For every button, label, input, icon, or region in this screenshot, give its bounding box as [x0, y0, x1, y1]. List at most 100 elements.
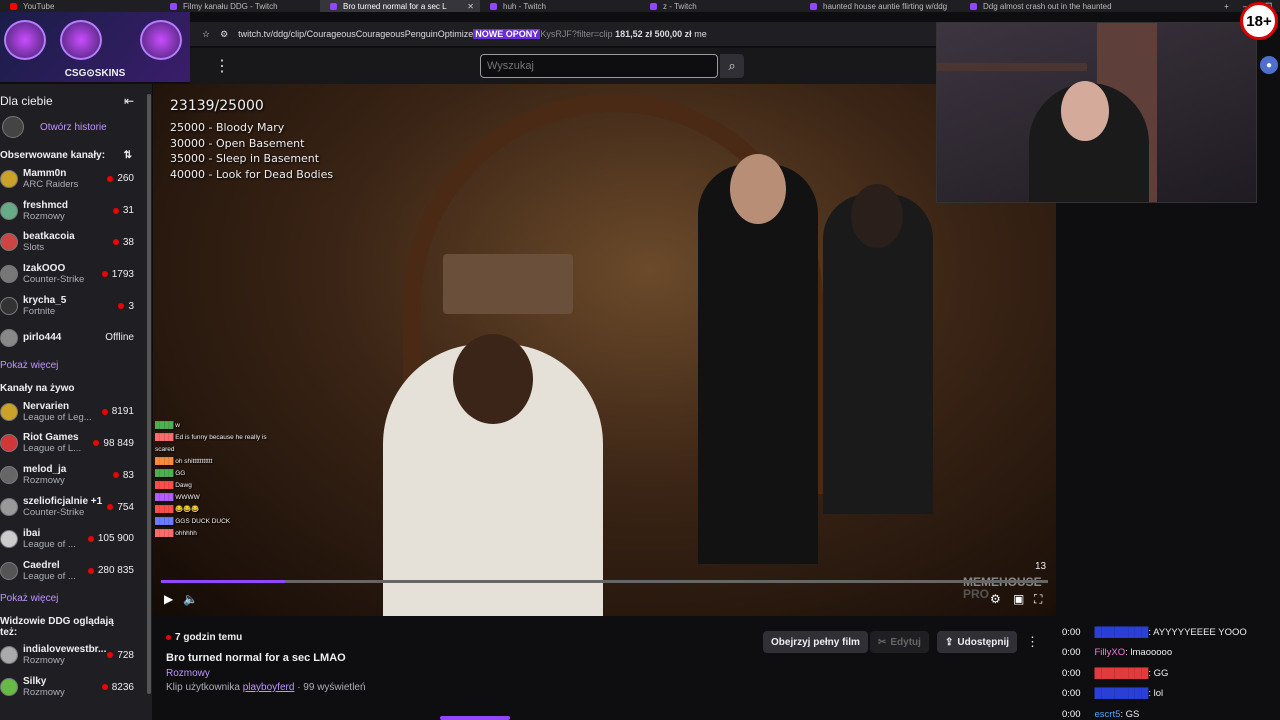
share-button[interactable]: ⇪ Udostępnij	[937, 631, 1018, 653]
chat-message: 0:00 FillyXO: lmaooooo	[1062, 647, 1173, 658]
live-dot-icon	[87, 535, 94, 542]
sidebar-channel[interactable]: melod_ja Rozmowy 83	[0, 459, 152, 491]
bed	[443, 254, 573, 314]
viewer-count: 1793	[101, 269, 134, 280]
stream-goals-overlay: 23139/25000 25000 - Bloody Mary 30000 - …	[170, 98, 333, 182]
viewer-count: 105 900	[87, 533, 134, 544]
settings-icon[interactable]: ⚙	[990, 592, 1001, 606]
tab-label: haunted house auntie flirting w/ddg	[823, 1, 948, 11]
avatar	[0, 561, 18, 580]
edit-button[interactable]: ✂ Edytuj	[870, 631, 929, 653]
twitch-top-bar: ⋮ ⌕	[190, 48, 1056, 84]
author-link[interactable]: playboyferd	[243, 682, 295, 693]
avatar	[0, 498, 18, 517]
chat-message: 0:00 ████████: lol	[1062, 688, 1164, 699]
overlay-chat-line: ████ WWWW	[155, 494, 200, 501]
url-text[interactable]: twitch.tv/ddg/clip/CourageousCourageousP…	[238, 29, 707, 39]
browser-tab[interactable]: YouTube	[0, 0, 160, 12]
video-player[interactable]: 23139/25000 25000 - Bloody Mary 30000 - …	[153, 84, 1056, 616]
sidebar-channel[interactable]: indialovewestbr... Rozmowy 728	[0, 640, 152, 672]
browser-tab[interactable]: Ddg almost crash out in the haunted	[960, 0, 1120, 12]
viewer-count: 280 835	[87, 565, 134, 576]
more-menu-icon[interactable]: ⋮	[214, 56, 230, 76]
search-button[interactable]: ⌕	[720, 54, 744, 78]
viewer-count: 3	[118, 301, 134, 312]
goal-item: 40000 - Look for Dead Bodies	[170, 167, 334, 181]
viewer-count: 260	[107, 173, 134, 184]
sidebar-channel[interactable]: Riot Games League of L... 98 849	[0, 428, 152, 460]
avatar	[0, 466, 18, 485]
clip-byline: Klip użytkownika playboyferd · 99 wyświe…	[166, 682, 366, 693]
sidebar-channel[interactable]: Nervarien League of Leg... 8191	[0, 396, 152, 428]
live-channel-list: Nervarien League of Leg... 8191 Riot Games…	[0, 396, 152, 587]
sidebar-scrollbar[interactable]	[147, 94, 151, 694]
sidebar-channel[interactable]: ibai League of ... 105 900	[0, 523, 152, 555]
browser-tab[interactable]: huh - Twitch	[480, 0, 640, 12]
overlay-chat-line: ████ Dawg	[155, 482, 192, 489]
person-seated	[383, 334, 603, 616]
volume-icon[interactable]: 🔈	[183, 592, 198, 606]
browser-tab[interactable]: haunted house auntie flirting w/ddg	[800, 0, 960, 12]
avatar	[0, 233, 18, 252]
avatar	[0, 201, 18, 220]
browser-tab-active[interactable]: Bro turned normal for a sec L ✕	[320, 0, 480, 12]
sidebar-channel[interactable]: Silky Rozmowy 8236	[0, 671, 152, 703]
age-restriction-badge: 18+	[1240, 2, 1278, 40]
sidebar-channel[interactable]: Caedrel League of ... 280 835	[0, 555, 152, 587]
tab-label: Bro turned normal for a sec L	[343, 1, 447, 11]
sidebar-channel[interactable]: freshmcd Rozmowy 31	[0, 195, 152, 227]
browser-tab-strip: YouTube Filmy kanału DDG - Twitch Bro tu…	[0, 0, 1280, 12]
browser-tab[interactable]: Filmy kanału DDG - Twitch	[160, 0, 320, 12]
fullscreen-icon[interactable]: ⛶	[1034, 592, 1042, 607]
new-tab-button[interactable]: +	[1224, 2, 1229, 11]
offline-label: Offline	[105, 332, 134, 344]
viewer-count: 98 849	[93, 438, 134, 449]
extension-icon[interactable]: ●	[1260, 56, 1278, 74]
play-icon[interactable]: ▶	[164, 592, 173, 606]
search-input[interactable]	[480, 54, 718, 78]
more-options-icon[interactable]: ⋮	[1026, 634, 1039, 650]
seek-bar[interactable]	[161, 580, 1048, 583]
viewer-count: 31	[112, 205, 134, 216]
viewer-count: 38	[112, 237, 134, 248]
skin-image-icon	[140, 20, 182, 60]
theatre-mode-icon[interactable]: ▣	[1013, 592, 1024, 606]
open-history-button[interactable]: Otwórz historie	[0, 108, 152, 138]
bookmark-icon[interactable]: ☆	[202, 29, 210, 40]
sidebar-channel[interactable]: pirlo444 Offline	[0, 322, 152, 354]
tab-label: Ddg almost crash out in the haunted	[983, 1, 1112, 11]
twitch-favicon-icon	[650, 2, 657, 10]
sidebar-channel[interactable]: beatkacoia Slots 38	[0, 227, 152, 259]
collapse-sidebar-icon[interactable]: ⇤	[124, 94, 134, 108]
show-more-link[interactable]: Pokaż więcej	[0, 587, 152, 608]
avatar	[0, 328, 18, 347]
live-dot-icon	[112, 239, 119, 246]
viewers-also-watch-header: Widzowie DDG oglądają też:	[0, 608, 152, 640]
sidebar-channel[interactable]: szelioficjalnie +1 Counter-Strike 754	[0, 491, 152, 523]
followed-channel-list: Mamm0n ARC Raiders 260 freshmcd Rozmowy 31 b…	[0, 163, 152, 354]
show-more-link[interactable]: Pokaż więcej	[0, 354, 152, 375]
youtube-favicon-icon	[10, 2, 17, 10]
avatar	[0, 265, 18, 284]
sidebar-channel[interactable]: Mamm0n ARC Raiders 260	[0, 163, 152, 195]
viewer-count: 8236	[101, 682, 134, 693]
live-dot-icon	[101, 271, 108, 278]
viewer-count: 754	[107, 502, 134, 513]
viewer-count: 83	[112, 470, 134, 481]
history-label: Otwórz historie	[40, 121, 107, 133]
overlay-chat-line: ████ GG	[155, 470, 186, 477]
tab-label: YouTube	[23, 1, 55, 11]
watch-full-video-button[interactable]: Obejrzyj pełny film	[763, 631, 868, 653]
sort-icon[interactable]: ⇅	[124, 150, 132, 161]
site-info-icon[interactable]: ⚙	[220, 29, 228, 40]
twitch-favicon-icon	[490, 2, 497, 10]
viewer-count: 8191	[101, 406, 134, 417]
close-tab-icon[interactable]: ✕	[467, 2, 474, 11]
sidebar-channel[interactable]: krycha_5 Fortnite 3	[0, 290, 152, 322]
browser-tab[interactable]: z - Twitch	[640, 0, 800, 12]
csgoskins-banner[interactable]: CSG⊙SKINS	[0, 12, 190, 82]
goal-item: 35000 - Sleep in Basement	[170, 152, 320, 165]
sidebar-channel[interactable]: IzakOOO Counter-Strike 1793	[0, 258, 152, 290]
address-bar[interactable]: ☆ ⚙ twitch.tv/ddg/clip/CourageousCourage…	[190, 22, 940, 46]
clip-category-link[interactable]: Rozmowy	[166, 668, 210, 679]
